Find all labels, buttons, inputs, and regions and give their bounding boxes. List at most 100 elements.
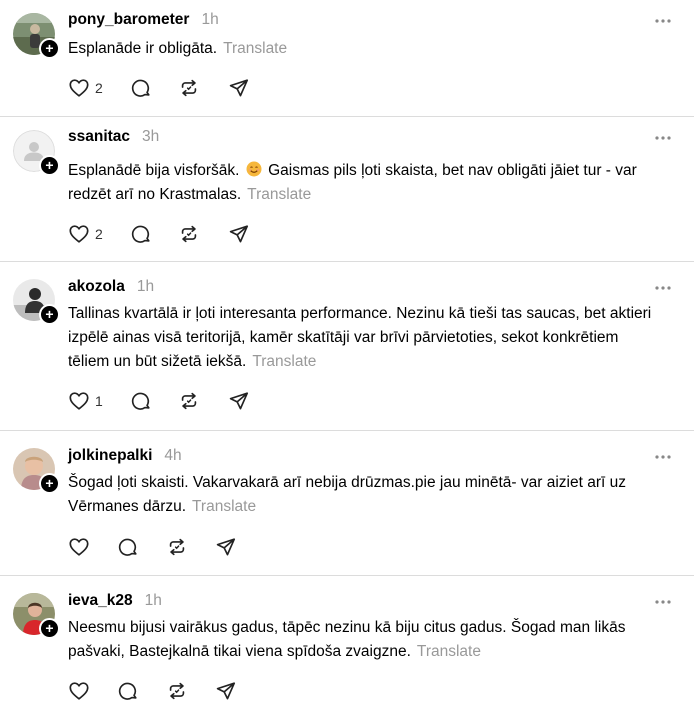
more-icon[interactable] <box>652 277 674 299</box>
send-icon <box>215 680 237 702</box>
reply-button[interactable] <box>117 536 166 558</box>
comment-icon <box>117 680 139 702</box>
more-icon[interactable] <box>652 127 674 149</box>
action-bar: 2 <box>68 222 268 246</box>
reply-button[interactable] <box>130 223 178 245</box>
more-icon[interactable] <box>652 446 674 468</box>
repost-icon <box>178 77 200 99</box>
post-text-content: Šogad ļoti skaisti. Vakarvakarā arī nebi… <box>68 474 626 515</box>
share-button[interactable] <box>215 680 255 702</box>
timestamp: 3h <box>142 128 160 145</box>
action-bar <box>68 535 255 559</box>
post-text: Neesmu bijusi vairākus gadus, tāpēc nezi… <box>68 616 664 664</box>
translate-link[interactable]: Translate <box>192 498 256 515</box>
follow-plus-icon[interactable]: + <box>39 618 60 639</box>
follow-plus-icon[interactable]: + <box>39 38 60 59</box>
post-text: Esplanādē bija visforšāk. Gaismas pils ļ… <box>68 159 664 207</box>
avatar-wrap[interactable]: + <box>13 130 60 176</box>
like-button[interactable]: 1 <box>68 390 130 412</box>
post-text: Tallinas kvartālā ir ļoti interesanta pe… <box>68 302 664 374</box>
post-text-content: Esplanādē bija visforšāk. <box>68 162 240 179</box>
post-text: Šogad ļoti skaisti. Vakarvakarā arī nebi… <box>68 471 664 519</box>
timestamp: 1h <box>144 592 162 609</box>
like-count: 2 <box>95 80 103 96</box>
like-count: 1 <box>95 393 103 409</box>
heart-icon <box>68 536 90 558</box>
post-header: pony_barometer 1h <box>68 11 219 33</box>
post-text-content: Neesmu bijusi vairākus gadus, tāpēc nezi… <box>68 619 626 660</box>
repost-button[interactable] <box>178 223 228 245</box>
follow-plus-icon[interactable]: + <box>39 304 60 325</box>
reply-button[interactable] <box>117 680 166 702</box>
like-button[interactable] <box>68 680 117 702</box>
heart-icon <box>68 223 90 245</box>
post: + ssanitac 3h Esplanādē bija visforšāk. … <box>0 117 694 262</box>
share-button[interactable] <box>228 77 268 99</box>
more-icon[interactable] <box>652 10 674 32</box>
post-header: akozola 1h <box>68 278 154 300</box>
post: + pony_barometer 1h Esplanāde ir obligāt… <box>0 0 694 117</box>
avatar-wrap[interactable]: + <box>13 13 60 59</box>
like-button[interactable]: 2 <box>68 223 130 245</box>
action-bar: 2 <box>68 76 268 100</box>
post-text-content: Tallinas kvartālā ir ļoti interesanta pe… <box>68 305 652 370</box>
repost-button[interactable] <box>166 680 215 702</box>
send-icon <box>228 223 250 245</box>
avatar-wrap[interactable]: + <box>13 279 60 325</box>
follow-plus-icon[interactable]: + <box>39 473 60 494</box>
username[interactable]: pony_barometer <box>68 11 189 29</box>
action-bar: 1 <box>68 389 268 413</box>
timestamp: 1h <box>201 11 219 28</box>
comment-icon <box>130 223 152 245</box>
post-header: ssanitac 3h <box>68 128 159 150</box>
reply-button[interactable] <box>130 390 178 412</box>
username[interactable]: ssanitac <box>68 128 130 146</box>
avatar-wrap[interactable]: + <box>13 593 60 639</box>
repost-button[interactable] <box>178 77 228 99</box>
post: + ieva_k28 1h Neesmu bijusi vairākus gad… <box>0 576 694 707</box>
follow-plus-icon[interactable]: + <box>39 155 60 176</box>
send-icon <box>228 77 250 99</box>
repost-button[interactable] <box>166 536 215 558</box>
username[interactable]: jolkinepalki <box>68 447 152 465</box>
username[interactable]: akozola <box>68 278 125 296</box>
share-button[interactable] <box>228 390 268 412</box>
smiling-face-emoji-icon <box>246 161 262 177</box>
like-button[interactable]: 2 <box>68 77 130 99</box>
action-bar <box>68 679 255 703</box>
translate-link[interactable]: Translate <box>252 353 316 370</box>
translate-link[interactable]: Translate <box>247 186 311 203</box>
username[interactable]: ieva_k28 <box>68 592 133 610</box>
post-text: Esplanāde ir obligāta. Translate <box>68 37 664 61</box>
like-count: 2 <box>95 226 103 242</box>
repost-icon <box>178 390 200 412</box>
translate-link[interactable]: Translate <box>417 643 481 660</box>
timestamp: 4h <box>164 447 182 464</box>
repost-icon <box>166 680 188 702</box>
comment-icon <box>130 77 152 99</box>
replies-feed: + pony_barometer 1h Esplanāde ir obligāt… <box>0 0 694 707</box>
like-button[interactable] <box>68 536 117 558</box>
comment-icon <box>130 390 152 412</box>
post-header: ieva_k28 1h <box>68 592 162 614</box>
share-button[interactable] <box>228 223 268 245</box>
repost-icon <box>178 223 200 245</box>
repost-icon <box>166 536 188 558</box>
heart-icon <box>68 680 90 702</box>
post: + akozola 1h Tallinas kvartālā ir ļoti i… <box>0 262 694 431</box>
heart-icon <box>68 77 90 99</box>
reply-button[interactable] <box>130 77 178 99</box>
avatar-wrap[interactable]: + <box>13 448 60 494</box>
send-icon <box>215 536 237 558</box>
post: + jolkinepalki 4h Šogad ļoti skaisti. Va… <box>0 431 694 576</box>
more-icon[interactable] <box>652 591 674 613</box>
share-button[interactable] <box>215 536 255 558</box>
send-icon <box>228 390 250 412</box>
post-text-content: Esplanāde ir obligāta. <box>68 40 218 57</box>
repost-button[interactable] <box>178 390 228 412</box>
heart-icon <box>68 390 90 412</box>
timestamp: 1h <box>136 278 155 295</box>
post-header: jolkinepalki 4h <box>68 447 182 469</box>
comment-icon <box>117 536 139 558</box>
translate-link[interactable]: Translate <box>223 40 287 57</box>
